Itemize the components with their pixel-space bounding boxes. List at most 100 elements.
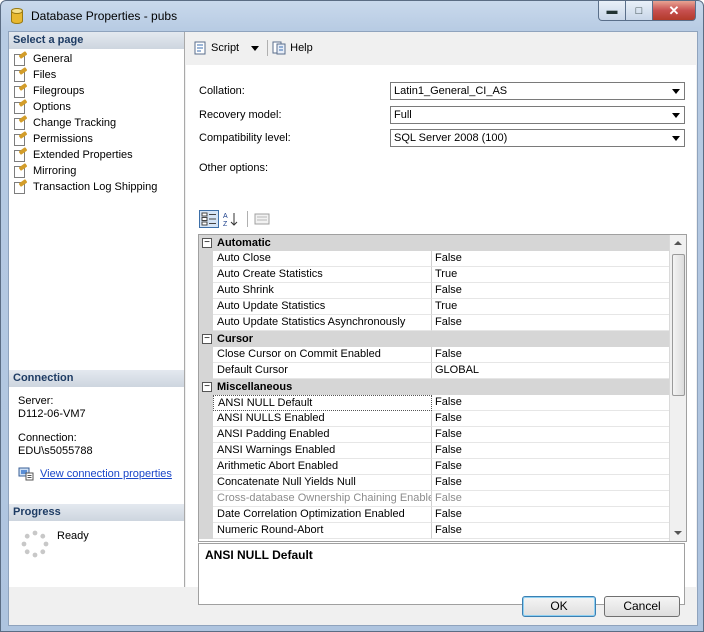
property-value[interactable]: GLOBAL bbox=[432, 363, 669, 379]
categorized-icon bbox=[201, 212, 216, 226]
collapse-icon[interactable]: − bbox=[202, 238, 212, 248]
property-row[interactable]: ANSI NULLS Enabled False bbox=[199, 411, 669, 427]
cancel-button[interactable]: Cancel bbox=[604, 596, 680, 617]
page-item-transaction-log-shipping[interactable]: Transaction Log Shipping bbox=[13, 179, 157, 195]
page-icon bbox=[13, 83, 28, 98]
page-item-extended-properties[interactable]: Extended Properties bbox=[13, 147, 157, 163]
property-value[interactable]: False bbox=[432, 283, 669, 299]
property-name[interactable]: ANSI NULL Default bbox=[213, 395, 432, 411]
property-pages-button[interactable] bbox=[252, 210, 272, 228]
category-row[interactable]: − Miscellaneous bbox=[199, 379, 669, 395]
view-connection-properties[interactable]: View connection properties bbox=[18, 467, 172, 481]
page-item-label: Filegroups bbox=[33, 85, 85, 97]
help-button[interactable]: Help bbox=[272, 41, 313, 55]
property-name[interactable]: Default Cursor bbox=[213, 363, 432, 379]
maximize-icon: □ bbox=[635, 4, 643, 17]
recovery-model-value: Full bbox=[394, 109, 412, 121]
compatibility-level-select[interactable]: SQL Server 2008 (100) bbox=[390, 129, 685, 147]
property-row[interactable]: Auto Shrink False bbox=[199, 283, 669, 299]
property-value[interactable]: False bbox=[432, 443, 669, 459]
property-value[interactable]: False bbox=[432, 475, 669, 491]
property-row[interactable]: Close Cursor on Commit Enabled False bbox=[199, 347, 669, 363]
property-name[interactable]: Cross-database Ownership Chaining Enable… bbox=[213, 491, 432, 507]
property-name[interactable]: ANSI Padding Enabled bbox=[213, 427, 432, 443]
page-item-label: Transaction Log Shipping bbox=[33, 181, 158, 193]
scroll-up-icon[interactable] bbox=[674, 241, 682, 245]
maximize-button[interactable]: □ bbox=[626, 1, 653, 21]
property-name[interactable]: Close Cursor on Commit Enabled bbox=[213, 347, 432, 363]
collapse-icon[interactable]: − bbox=[202, 382, 212, 392]
property-value[interactable]: False bbox=[432, 491, 669, 507]
grid-scrollbar[interactable] bbox=[669, 235, 686, 541]
property-row[interactable]: Date Correlation Optimization Enabled Fal… bbox=[199, 507, 669, 523]
property-name[interactable]: Concatenate Null Yields Null bbox=[213, 475, 432, 491]
property-value[interactable]: False bbox=[432, 411, 669, 427]
connection-header: Connection bbox=[9, 370, 184, 387]
property-row[interactable]: Cross-database Ownership Chaining Enable… bbox=[199, 491, 669, 507]
close-button[interactable]: ✕ bbox=[653, 1, 696, 21]
property-value[interactable]: True bbox=[432, 267, 669, 283]
alphabetical-button[interactable]: A Z bbox=[221, 210, 241, 228]
sort-alphabetical-icon: A Z bbox=[223, 213, 238, 227]
property-value[interactable]: False bbox=[432, 427, 669, 443]
property-name[interactable]: ANSI Warnings Enabled bbox=[213, 443, 432, 459]
property-row[interactable]: Numeric Round-Abort False bbox=[199, 523, 669, 539]
property-name[interactable]: Auto Update Statistics Asynchronously bbox=[213, 315, 432, 331]
property-name[interactable]: Numeric Round-Abort bbox=[213, 523, 432, 539]
page-item-change-tracking[interactable]: Change Tracking bbox=[13, 115, 157, 131]
property-value[interactable]: True bbox=[432, 299, 669, 315]
category-row[interactable]: − Automatic bbox=[199, 235, 669, 251]
category-row[interactable]: − Cursor bbox=[199, 331, 669, 347]
property-row[interactable]: Default Cursor GLOBAL bbox=[199, 363, 669, 379]
view-connection-link[interactable]: View connection properties bbox=[40, 468, 172, 480]
property-value[interactable]: False bbox=[432, 315, 669, 331]
property-name[interactable]: ANSI NULLS Enabled bbox=[213, 411, 432, 427]
minimize-icon: ▬ bbox=[606, 4, 618, 17]
property-name[interactable]: Auto Shrink bbox=[213, 283, 432, 299]
property-row[interactable]: Auto Update Statistics Asynchronously Fal… bbox=[199, 315, 669, 331]
property-value[interactable]: False bbox=[432, 395, 669, 411]
property-value[interactable]: False bbox=[432, 523, 669, 539]
scroll-down-icon[interactable] bbox=[674, 531, 682, 535]
page-item-permissions[interactable]: Permissions bbox=[13, 131, 157, 147]
chevron-down-icon bbox=[672, 136, 680, 141]
property-row[interactable]: Auto Close False bbox=[199, 251, 669, 267]
property-name[interactable]: Date Correlation Optimization Enabled bbox=[213, 507, 432, 523]
recovery-model-select[interactable]: Full bbox=[390, 106, 685, 124]
minimize-button[interactable]: ▬ bbox=[598, 1, 626, 21]
property-row[interactable]: ANSI Warnings Enabled False bbox=[199, 443, 669, 459]
chevron-down-icon bbox=[672, 113, 680, 118]
select-page-header: Select a page bbox=[9, 32, 184, 49]
property-row[interactable]: Auto Create Statistics True bbox=[199, 267, 669, 283]
script-button[interactable]: Script bbox=[193, 41, 260, 55]
property-row[interactable]: ANSI NULL Default False bbox=[199, 395, 669, 411]
property-value[interactable]: False bbox=[432, 507, 669, 523]
scroll-thumb[interactable] bbox=[672, 254, 685, 396]
collapse-icon[interactable]: − bbox=[202, 334, 212, 344]
page-item-options[interactable]: Options bbox=[13, 99, 157, 115]
property-value[interactable]: False bbox=[432, 251, 669, 267]
page-list: General Files Filegroups Options Change Trac… bbox=[13, 51, 157, 195]
page-item-label: Files bbox=[33, 69, 57, 81]
help-icon bbox=[272, 41, 286, 55]
server-value: D112-06-VM7 bbox=[18, 408, 86, 420]
page-item-general[interactable]: General bbox=[13, 51, 157, 67]
page-item-files[interactable]: Files bbox=[13, 67, 157, 83]
property-name[interactable]: Arithmetic Abort Enabled bbox=[213, 459, 432, 475]
property-row[interactable]: Arithmetic Abort Enabled False bbox=[199, 459, 669, 475]
ok-button[interactable]: OK bbox=[522, 596, 596, 617]
property-name[interactable]: Auto Create Statistics bbox=[213, 267, 432, 283]
property-row[interactable]: ANSI Padding Enabled False bbox=[199, 427, 669, 443]
property-value[interactable]: False bbox=[432, 459, 669, 475]
property-name[interactable]: Auto Update Statistics bbox=[213, 299, 432, 315]
categorized-button[interactable] bbox=[199, 210, 219, 228]
page-item-mirroring[interactable]: Mirroring bbox=[13, 163, 157, 179]
script-dropdown-icon[interactable] bbox=[251, 45, 260, 51]
collation-select[interactable]: Latin1_General_CI_AS bbox=[390, 82, 685, 100]
property-value[interactable]: False bbox=[432, 347, 669, 363]
property-row[interactable]: Concatenate Null Yields Null False bbox=[199, 475, 669, 491]
property-row[interactable]: Auto Update Statistics True bbox=[199, 299, 669, 315]
page-icon bbox=[13, 147, 28, 162]
page-item-filegroups[interactable]: Filegroups bbox=[13, 83, 157, 99]
property-name[interactable]: Auto Close bbox=[213, 251, 432, 267]
